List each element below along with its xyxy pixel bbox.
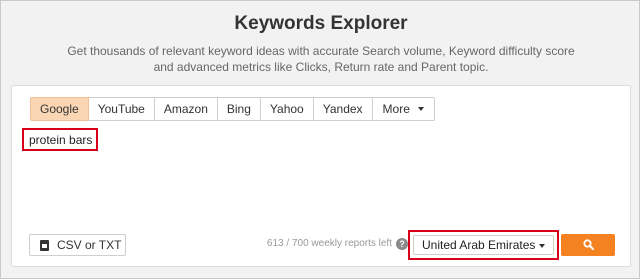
tab-google[interactable]: Google <box>30 97 89 121</box>
keyword-input-value: protein bars <box>29 133 93 147</box>
page-subtitle: Get thousands of relevant keyword ideas … <box>67 44 575 74</box>
csv-upload-button[interactable]: CSV or TXT <box>29 234 126 256</box>
keyword-input[interactable]: protein bars <box>22 128 98 151</box>
more-engines-dropdown[interactable]: More <box>372 97 435 121</box>
reports-left-text: 613 / 700 weekly reports left <box>266 238 392 249</box>
search-button[interactable] <box>561 234 615 256</box>
tab-youtube[interactable]: YouTube <box>88 97 155 121</box>
country-select-highlight: United Arab Emirates <box>408 230 559 260</box>
engine-tabs: Google YouTube Amazon Bing Yahoo Yandex … <box>30 97 435 121</box>
file-icon <box>40 239 49 251</box>
search-icon <box>583 239 594 250</box>
tab-yahoo[interactable]: Yahoo <box>260 97 314 121</box>
tab-amazon[interactable]: Amazon <box>154 97 218 121</box>
page-title: Keywords Explorer <box>234 13 408 34</box>
more-label: More <box>382 102 410 116</box>
country-select[interactable]: United Arab Emirates <box>413 235 554 255</box>
question-icon[interactable]: ? <box>396 238 408 250</box>
tab-yandex[interactable]: Yandex <box>313 97 373 121</box>
search-panel: Google YouTube Amazon Bing Yahoo Yandex … <box>11 85 631 267</box>
page-frame: Keywords Explorer Get thousands of relev… <box>0 0 640 279</box>
caret-down-icon <box>417 106 424 111</box>
caret-down-icon <box>539 244 545 248</box>
country-select-value: United Arab Emirates <box>422 238 536 252</box>
csv-upload-label: CSV or TXT <box>57 238 122 252</box>
tab-bing[interactable]: Bing <box>217 97 261 121</box>
